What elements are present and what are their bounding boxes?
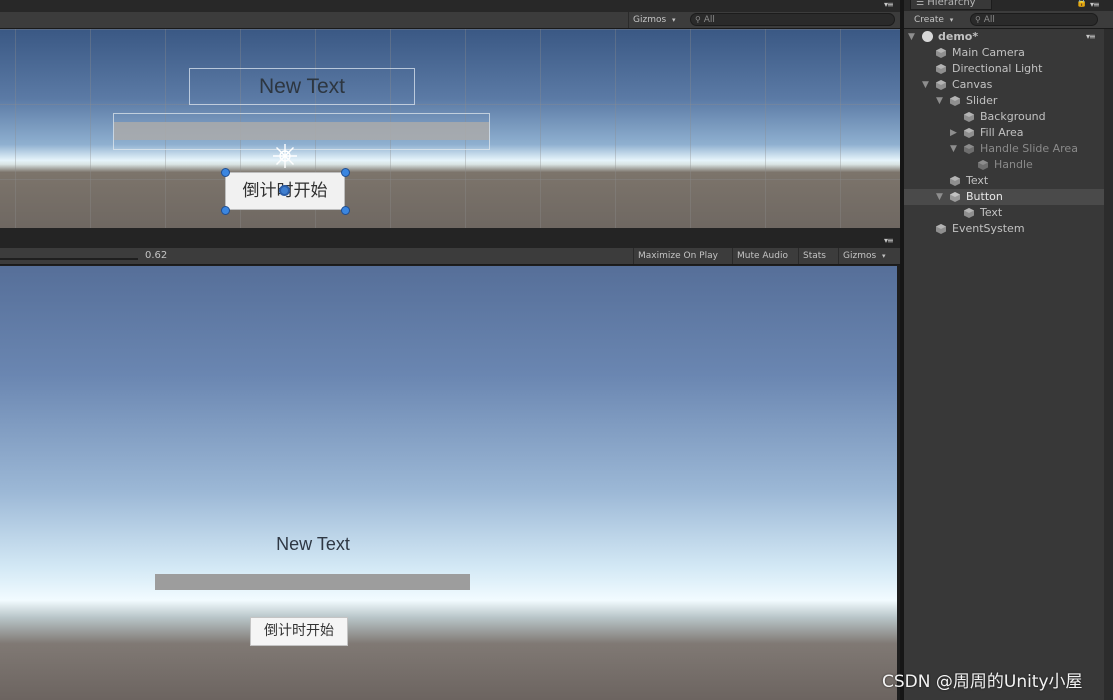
- hierarchy-item-slider[interactable]: ▼ Slider: [904, 93, 1104, 109]
- chevron-down-icon: ▾: [949, 16, 954, 24]
- hierarchy-tab-label: Hierarchy: [927, 0, 976, 8]
- scale-slider[interactable]: [0, 258, 138, 260]
- directional-light-gizmo-icon[interactable]: [272, 143, 298, 169]
- scene-gizmos-label: Gizmos: [633, 15, 667, 25]
- hierarchy-search-placeholder: All: [983, 15, 995, 25]
- hierarchy-search-input[interactable]: ⚲ All: [970, 13, 1098, 26]
- scene-panel-menu-icon[interactable]: ▾≡: [884, 0, 894, 9]
- create-button[interactable]: Create ▾: [910, 12, 964, 28]
- gameobject-cube-icon: [950, 176, 960, 186]
- maximize-on-play-label: Maximize On Play: [638, 251, 718, 261]
- countdown-start-button[interactable]: 倒计时开始: [250, 617, 348, 646]
- hierarchy-tree: ▼ demo* ▾≡ Main Camera Directional Light…: [904, 29, 1104, 700]
- scene-text-object[interactable]: New Text: [189, 68, 415, 105]
- expand-arrow-icon[interactable]: ▼: [950, 141, 957, 157]
- hierarchy-panel-menu-icon[interactable]: ▾≡: [1090, 0, 1100, 9]
- expand-arrow-icon[interactable]: ▼: [936, 189, 943, 205]
- stats-button[interactable]: Stats: [798, 248, 836, 264]
- gameobject-cube-icon: [950, 192, 960, 202]
- gameobject-cube-icon: [936, 80, 946, 90]
- gameobject-cube-icon: [950, 96, 960, 106]
- search-icon: ⚲: [975, 15, 981, 24]
- rect-handle-bottom-left[interactable]: [221, 206, 230, 215]
- game-toolbar: 0.62 Maximize On Play Mute Audio Stats G…: [0, 248, 900, 265]
- scene-slider-object[interactable]: [114, 122, 489, 140]
- hierarchy-item-label: Background: [980, 110, 1046, 123]
- hierarchy-item-label: Directional Light: [952, 62, 1043, 75]
- tab-hierarchy[interactable]: ☰ Hierarchy: [910, 0, 992, 10]
- game-panel-menu-icon[interactable]: ▾≡: [884, 236, 894, 245]
- hierarchy-item-button[interactable]: ▼ Button: [904, 189, 1104, 205]
- lock-icon[interactable]: 🔒: [1076, 0, 1087, 8]
- expand-arrow-icon[interactable]: ▼: [936, 93, 943, 109]
- gameobject-cube-icon: [964, 128, 974, 138]
- gameobject-cube-icon: [978, 160, 988, 170]
- pivot-icon[interactable]: [279, 185, 290, 196]
- hierarchy-toolbar: Create ▾ ⚲ All: [904, 11, 1113, 29]
- scene-gizmos-button[interactable]: Gizmos ▾: [628, 12, 684, 28]
- maximize-on-play-button[interactable]: Maximize On Play: [633, 248, 732, 264]
- hierarchy-item-fill-area[interactable]: ▶ Fill Area: [904, 125, 1104, 141]
- hierarchy-scene-root[interactable]: ▼ demo* ▾≡: [904, 29, 1104, 45]
- chevron-down-icon: ▾: [882, 252, 886, 260]
- hierarchy-item-button-text[interactable]: Text: [904, 205, 1104, 221]
- hierarchy-item-label: Canvas: [952, 78, 993, 91]
- hierarchy-item-handle[interactable]: Handle: [904, 157, 1104, 173]
- hierarchy-item-label: Fill Area: [980, 126, 1024, 139]
- gameobject-cube-icon: [964, 208, 974, 218]
- game-text-label: New Text: [276, 534, 350, 554]
- collapse-arrow-icon[interactable]: ▶: [950, 125, 957, 141]
- stats-label: Stats: [803, 251, 826, 261]
- scene-row-menu-icon[interactable]: ▾≡: [1086, 29, 1096, 45]
- game-gizmos-label: Gizmos: [843, 251, 877, 261]
- hierarchy-item-canvas[interactable]: ▼ Canvas: [904, 77, 1104, 93]
- expand-arrow-icon[interactable]: ▼: [922, 77, 929, 93]
- hierarchy-item-label: Button: [966, 190, 1003, 203]
- rect-handle-top-left[interactable]: [221, 168, 230, 177]
- scene-search-input[interactable]: ⚲ All: [690, 13, 895, 26]
- gameobject-cube-icon: [964, 112, 974, 122]
- hierarchy-item-label: Slider: [966, 94, 998, 107]
- chevron-down-icon: ▾: [672, 16, 676, 24]
- search-icon: ⚲: [695, 15, 701, 24]
- hierarchy-item-label: Handle: [994, 158, 1033, 171]
- hierarchy-tab-bar: ☰ Hierarchy 🔒 ▾≡: [904, 0, 1113, 11]
- mute-audio-button[interactable]: Mute Audio: [732, 248, 798, 264]
- create-label: Create: [914, 15, 944, 25]
- mute-audio-label: Mute Audio: [737, 251, 788, 261]
- scene-search-placeholder: All: [703, 15, 715, 25]
- hierarchy-item-label: Text: [966, 174, 989, 187]
- game-tab-strip: ▾≡: [0, 228, 900, 248]
- unity-scene-icon: [922, 31, 933, 42]
- hierarchy-item-eventsystem[interactable]: EventSystem: [904, 221, 1104, 237]
- hierarchy-item-label: Text: [980, 206, 1003, 219]
- scene-tab-strip: ▾≡: [0, 0, 900, 12]
- scene-view-canvas[interactable]: New Text 倒计时开始: [0, 29, 900, 228]
- scale-value: 0.62: [145, 250, 168, 261]
- game-gizmos-button[interactable]: Gizmos ▾: [838, 248, 896, 264]
- hierarchy-item-directional-light[interactable]: Directional Light: [904, 61, 1104, 77]
- gameobject-cube-icon: [936, 64, 946, 74]
- hierarchy-item-label: Handle Slide Area: [980, 142, 1078, 155]
- list-icon: ☰: [916, 0, 925, 8]
- hierarchy-item-label: Main Camera: [952, 46, 1025, 59]
- hierarchy-item-label: EventSystem: [952, 222, 1025, 235]
- gameobject-cube-icon: [936, 224, 946, 234]
- watermark: CSDN @周周的Unity小屋: [882, 672, 1083, 692]
- game-slider[interactable]: [155, 574, 470, 590]
- hierarchy-scrollbar[interactable]: [1104, 29, 1113, 700]
- gameobject-cube-icon: [964, 144, 974, 154]
- hierarchy-item-text[interactable]: Text: [904, 173, 1104, 189]
- rect-handle-top-right[interactable]: [341, 168, 350, 177]
- scene-toolbar: Gizmos ▾ ⚲ All: [0, 12, 900, 29]
- gameobject-cube-icon: [936, 48, 946, 58]
- hierarchy-item-background[interactable]: Background: [904, 109, 1104, 125]
- hierarchy-item-main-camera[interactable]: Main Camera: [904, 45, 1104, 61]
- rect-handle-bottom-right[interactable]: [341, 206, 350, 215]
- hierarchy-item-handle-slide-area[interactable]: ▼ Handle Slide Area: [904, 141, 1104, 157]
- expand-arrow-icon[interactable]: ▼: [908, 29, 915, 45]
- game-view-canvas[interactable]: New Text 倒计时开始: [0, 266, 897, 700]
- scene-name-label: demo*: [938, 30, 979, 43]
